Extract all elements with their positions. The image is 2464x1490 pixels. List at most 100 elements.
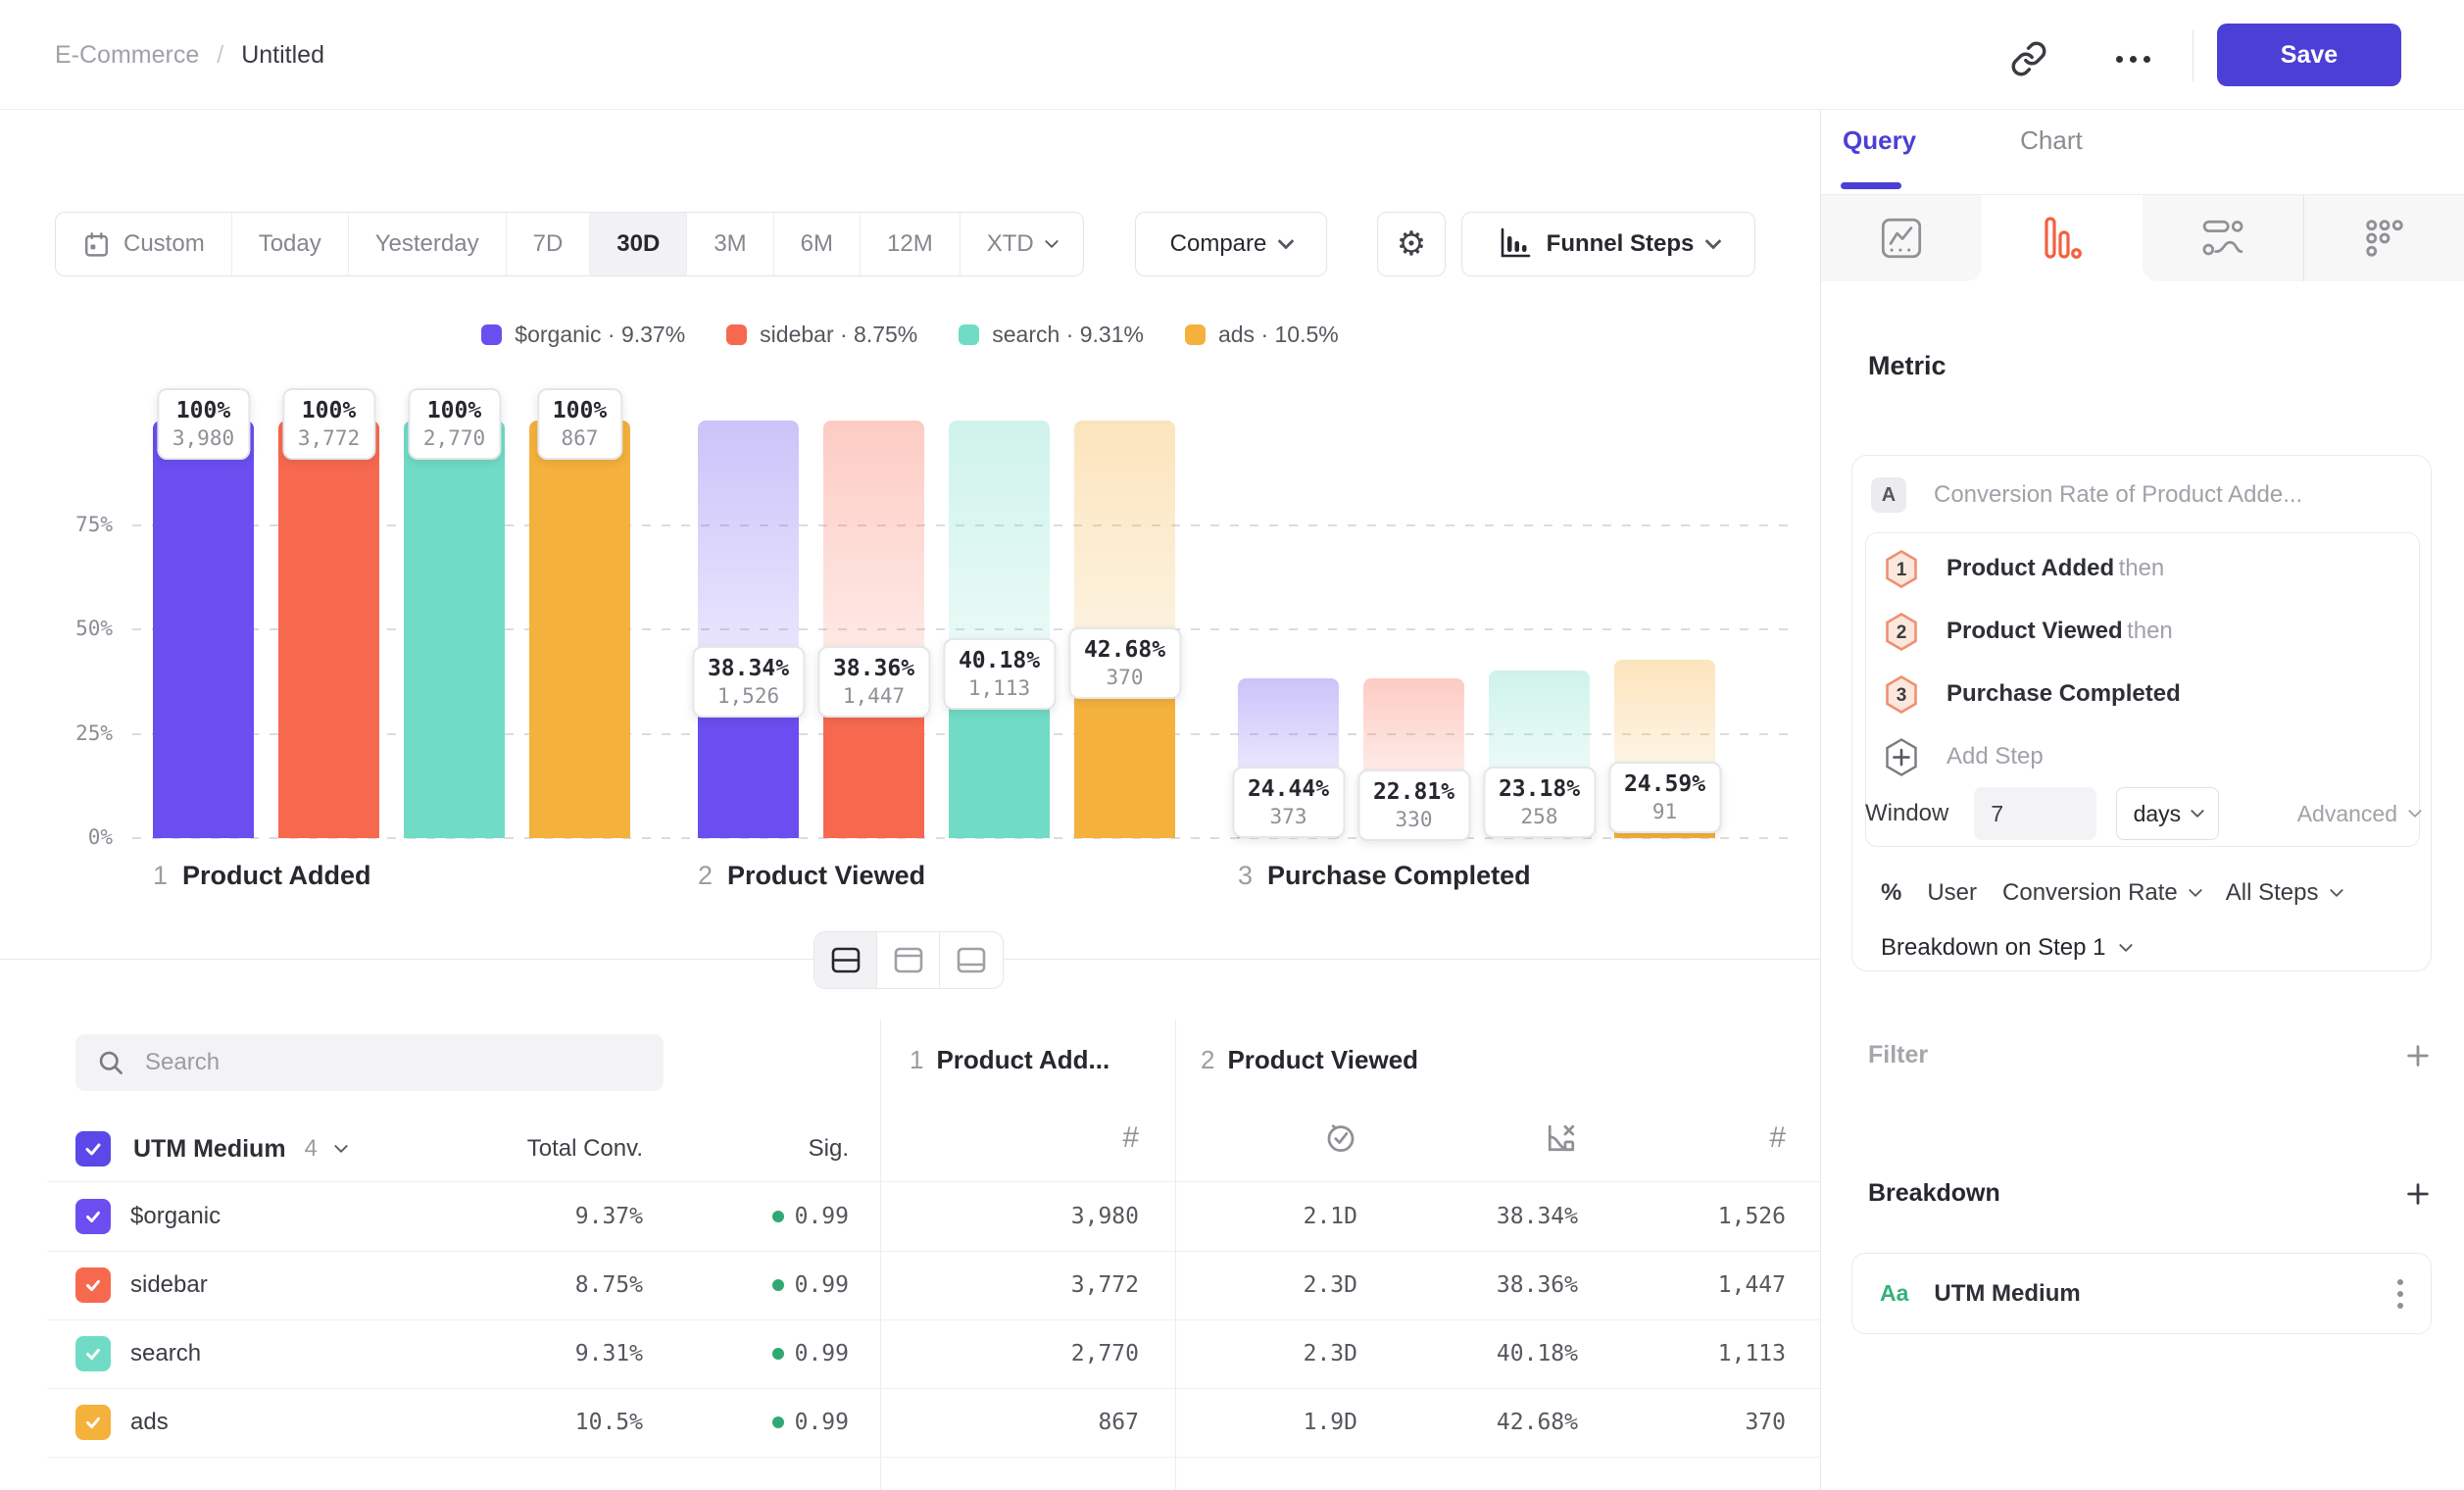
funnel-bar[interactable]	[278, 421, 379, 838]
metric-step-row[interactable]: 2Product Viewed then	[1884, 612, 2173, 651]
table-row[interactable]: ads10.5%0.998671.9D42.68%370	[0, 1388, 1820, 1457]
bar-value-label: 22.81%330	[1357, 770, 1470, 841]
flows-icon	[2200, 218, 2245, 259]
table-group-header[interactable]: UTM Medium 4	[75, 1131, 346, 1167]
row-checkbox[interactable]	[75, 1405, 111, 1440]
metric-column-icon	[1411, 1121, 1578, 1155]
count-metric-icon[interactable]: #	[1122, 1121, 1139, 1155]
window-unit-select[interactable]: days	[2116, 787, 2219, 840]
row-checkbox[interactable]	[75, 1199, 111, 1234]
y-axis-tick: 25%	[39, 721, 113, 745]
sig-dot	[772, 1416, 784, 1428]
metric-column-icon: #	[1617, 1121, 1786, 1155]
window-label: Window	[1865, 800, 1948, 827]
breakdown-item[interactable]: Aa UTM Medium	[1851, 1253, 2432, 1334]
count-metric-icon[interactable]: #	[1769, 1121, 1786, 1155]
funnel-bar[interactable]	[404, 421, 505, 838]
breakdown-column-title[interactable]: UTM Medium	[133, 1135, 286, 1164]
y-axis-tick: 0%	[39, 825, 113, 849]
chart-type-tab-flows[interactable]	[2143, 195, 2303, 281]
table-row[interactable]: $organic9.37%0.993,9802.1D38.34%1,526	[0, 1182, 1820, 1251]
step2-count: 1,447	[1617, 1251, 1786, 1319]
breakdown-on-label: Breakdown on Step 1	[1881, 934, 2106, 962]
chart-type-tab-retention[interactable]	[2303, 195, 2464, 281]
step1-count: 3,980	[941, 1182, 1139, 1251]
row-checkbox[interactable]	[75, 1267, 111, 1303]
panel-tabs: Query Chart	[1843, 125, 2083, 156]
add-step-button[interactable]: Add Step	[1884, 737, 2044, 776]
counting-entity[interactable]: User	[1927, 879, 1977, 907]
add-breakdown-button[interactable]	[2404, 1180, 2432, 1208]
view-option-panel-top[interactable]	[877, 932, 940, 988]
select-all-checkbox[interactable]	[75, 1131, 111, 1167]
funnel-bar[interactable]	[153, 421, 254, 838]
measure-select[interactable]: Conversion Rate	[2002, 879, 2200, 907]
step1-count: 2,770	[941, 1319, 1139, 1388]
split-horizontal-icon	[830, 946, 862, 974]
search-icon	[97, 1049, 124, 1076]
column-header-total-conv[interactable]: Total Conv.	[441, 1135, 643, 1163]
metric-step-row[interactable]: 1Product Added then	[1884, 549, 2164, 588]
row-checkbox[interactable]	[75, 1336, 111, 1371]
series-letter-badge: A	[1871, 477, 1906, 513]
check-icon	[82, 1343, 104, 1365]
window-unit-label: days	[2134, 801, 2182, 827]
retention-icon	[2364, 218, 2405, 259]
step-column-header: 2Product Viewed	[1201, 1045, 1418, 1075]
chart-type-tabs	[1821, 194, 2464, 281]
layout-view-switcher	[813, 931, 1004, 989]
measure-label: Conversion Rate	[2002, 879, 2178, 907]
table-search[interactable]	[75, 1034, 664, 1091]
step2-avg-time: 2.1D	[1206, 1182, 1357, 1251]
add-filter-button[interactable]	[2404, 1042, 2432, 1069]
step2-avg-time: 2.3D	[1206, 1319, 1357, 1388]
avg-time-metric-icon[interactable]	[1324, 1121, 1357, 1155]
bar-value-label: 100%3,772	[282, 388, 375, 460]
breakdown-section: Breakdown	[1868, 1179, 2432, 1208]
metric-series-row[interactable]: A Conversion Rate of Product Adde...	[1871, 477, 2302, 513]
filter-section: Filter	[1868, 1041, 2432, 1069]
row-label: ads	[130, 1388, 169, 1457]
chevron-down-icon[interactable]	[334, 1139, 348, 1153]
advanced-toggle[interactable]: Advanced	[2297, 801, 2420, 827]
metric-section-heading: Metric	[1868, 351, 1947, 381]
measurement-row: % User Conversion Rate All Steps	[1881, 879, 2341, 907]
view-option-split-horizontal[interactable]	[814, 932, 877, 988]
percent-icon: %	[1881, 879, 1901, 907]
tab-query[interactable]: Query	[1843, 125, 1916, 156]
check-icon	[82, 1412, 104, 1433]
tab-chart[interactable]: Chart	[2020, 125, 2083, 156]
view-option-panel-bottom[interactable]	[940, 932, 1003, 988]
breakdown-on-step-select[interactable]: Breakdown on Step 1	[1881, 934, 2131, 962]
total-conv-value: 10.5%	[441, 1388, 643, 1457]
check-icon	[82, 1274, 104, 1296]
chart-type-tab-insights[interactable]	[1821, 195, 1982, 281]
sig-value: 0.99	[686, 1388, 849, 1457]
chart-type-tab-funnel[interactable]	[1982, 195, 2143, 281]
metric-step-row[interactable]: 3Purchase Completed	[1884, 674, 2181, 714]
search-input[interactable]	[145, 1049, 616, 1076]
conversion-rate-metric-icon[interactable]	[1545, 1121, 1578, 1155]
check-icon	[81, 1137, 105, 1161]
step-column-header: 1Product Add...	[910, 1045, 1109, 1075]
breakdown-heading: Breakdown	[1868, 1179, 2000, 1208]
add-step-icon	[1884, 737, 1919, 777]
table-row[interactable]: sidebar8.75%0.993,7722.3D38.36%1,447	[0, 1251, 1820, 1319]
total-conv-value: 9.37%	[441, 1182, 643, 1251]
step2-avg-time: 2.3D	[1206, 1251, 1357, 1319]
window-value-input[interactable]	[1974, 787, 2096, 840]
step2-avg-time: 1.9D	[1206, 1388, 1357, 1457]
step-number-badge: 3	[1884, 674, 1919, 715]
funnel-bar[interactable]	[529, 421, 630, 838]
table-row[interactable]: search9.31%0.992,7702.3D40.18%1,113	[0, 1319, 1820, 1388]
step2-rate: 38.36%	[1411, 1251, 1578, 1319]
svg-text:2: 2	[1897, 622, 1907, 643]
step-number-badge: 2	[1884, 612, 1919, 652]
conversion-window-row: Window days Advanced	[1865, 787, 2420, 840]
kebab-menu-icon[interactable]	[2397, 1279, 2403, 1309]
bar-value-label: 100%2,770	[408, 388, 501, 460]
step2-rate: 40.18%	[1411, 1319, 1578, 1388]
panel-bottom-icon	[956, 946, 987, 974]
column-header-sig[interactable]: Sig.	[686, 1135, 849, 1163]
scope-select[interactable]: All Steps	[2226, 879, 2341, 907]
